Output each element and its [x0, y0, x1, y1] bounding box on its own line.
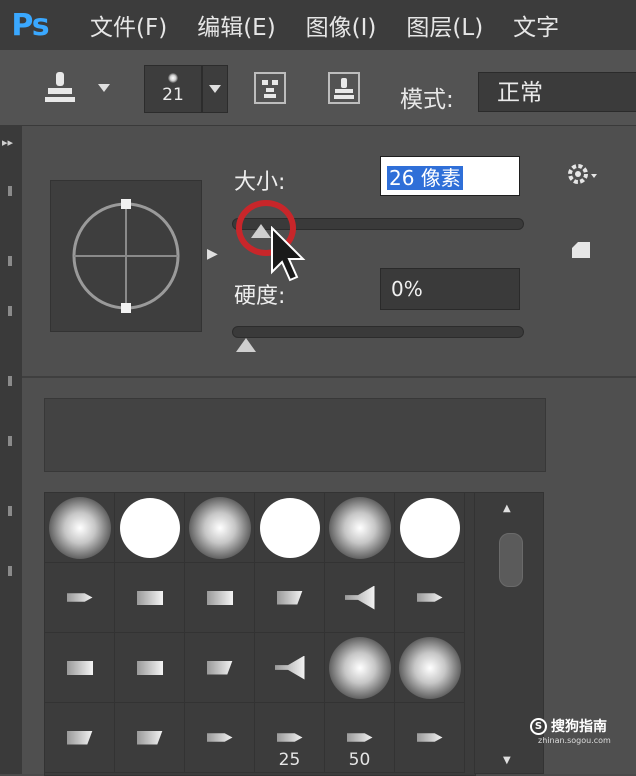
brush-preset-cell[interactable] — [395, 633, 465, 703]
hardness-label: 硬度: — [234, 284, 286, 309]
brush-preset-cell[interactable]: 25 — [255, 703, 325, 773]
brush-tip-icon — [206, 733, 233, 742]
strip-marker — [8, 376, 12, 386]
menu-edit[interactable]: 编辑(E) — [197, 8, 275, 42]
tip-angle-arrow-icon: ▶ — [207, 246, 218, 262]
brush-preset-picker[interactable]: 21 — [144, 65, 202, 113]
size-input[interactable]: 26 像素 — [380, 156, 520, 196]
menu-type[interactable]: 文字 — [513, 8, 559, 42]
brush-preset-cell[interactable] — [395, 703, 465, 773]
brush-tip-icon — [66, 730, 93, 745]
hardness-slider[interactable] — [232, 326, 524, 338]
scroll-thumb[interactable] — [499, 533, 523, 587]
photoshop-logo: Ps — [11, 7, 49, 43]
brush-preset-picker-panel: ▶ 大小: 26 像素 硬度: 0% 25 50 ▲ ▼ — [22, 126, 636, 776]
brush-preset-cell[interactable] — [115, 563, 185, 633]
brush-tip-icon — [136, 590, 163, 605]
brush-tip-icon — [276, 590, 303, 605]
brush-tip-icon — [259, 497, 320, 558]
brush-tip-icon — [344, 585, 375, 610]
preset-search-area — [44, 398, 546, 472]
brush-preset-cell[interactable] — [45, 633, 115, 703]
brush-preset-cell[interactable] — [45, 703, 115, 773]
brush-preset-cell[interactable] — [395, 563, 465, 633]
strip-marker — [8, 306, 12, 316]
brush-tip-icon — [276, 733, 303, 742]
size-value-selected: 26 像素 — [387, 166, 463, 190]
brush-tip-icon — [66, 660, 93, 675]
strip-marker — [8, 566, 12, 576]
brush-tip-icon — [48, 496, 111, 559]
brush-size-number: 21 — [162, 85, 184, 105]
brush-preset-cell[interactable] — [185, 633, 255, 703]
tool-preset-dropdown-icon[interactable] — [92, 65, 116, 111]
brush-preset-cell[interactable] — [255, 633, 325, 703]
strip-marker — [8, 436, 12, 446]
brush-preset-cell[interactable]: 50 — [325, 703, 395, 773]
brush-tip-preview[interactable] — [50, 180, 202, 332]
brush-tip-icon — [328, 636, 391, 699]
brush-tip-dot-icon — [168, 73, 178, 83]
brush-picker-dropdown-icon[interactable] — [202, 65, 228, 113]
brush-tip-icon — [66, 593, 93, 602]
brush-tip-icon — [206, 660, 233, 675]
brush-preset-cell[interactable] — [255, 563, 325, 633]
brush-tip-icon — [119, 497, 180, 558]
brush-presets-grid: 25 50 — [44, 492, 476, 776]
brush-preset-cell[interactable] — [45, 563, 115, 633]
brush-tip-icon — [136, 660, 163, 675]
options-bar: 21 模式: 正常 — [0, 50, 636, 126]
brush-preset-cell[interactable] — [325, 563, 395, 633]
watermark-url: zhinan.sogou.com — [538, 736, 611, 745]
new-preset-icon[interactable] — [570, 238, 592, 264]
mode-label: 模式: — [400, 87, 454, 113]
hardness-slider-handle[interactable] — [236, 338, 256, 352]
watermark: S 搜狗指南 zhinan.sogou.com — [530, 716, 634, 745]
strip-marker — [8, 506, 12, 516]
strip-marker — [8, 256, 12, 266]
expand-panels-icon[interactable]: ▸▸ — [2, 136, 13, 149]
brush-tip-icon — [328, 496, 391, 559]
menu-file[interactable]: 文件(F) — [90, 8, 167, 42]
brush-tip-icon — [399, 497, 460, 558]
brush-preset-cell[interactable] — [115, 493, 185, 563]
menu-layer[interactable]: 图层(L) — [406, 8, 483, 42]
scroll-down-icon[interactable]: ▼ — [503, 755, 511, 766]
brush-tip-icon — [274, 655, 305, 680]
brush-tip-icon — [206, 590, 233, 605]
watermark-main-text: 搜狗指南 — [551, 719, 607, 735]
brush-preset-cell[interactable] — [185, 563, 255, 633]
clone-stamp-tool-icon[interactable] — [35, 65, 85, 111]
brush-size-label: 50 — [348, 750, 371, 770]
hardness-input[interactable]: 0% — [380, 268, 520, 310]
brush-tip-icon — [416, 733, 443, 742]
collapsed-panel-strip: ▸▸ — [0, 126, 23, 774]
panel-divider — [22, 376, 636, 378]
brush-preset-cell[interactable] — [185, 703, 255, 773]
brush-tip-icon — [346, 733, 373, 742]
clone-source-panel-icon[interactable] — [322, 65, 366, 111]
size-label: 大小: — [234, 170, 286, 195]
brush-preset-cell[interactable] — [115, 633, 185, 703]
menu-bar: Ps 文件(F) 编辑(E) 图像(I) 图层(L) 文字 — [0, 0, 636, 51]
brush-preset-cell[interactable] — [115, 703, 185, 773]
brush-tip-icon — [136, 730, 163, 745]
menu-image[interactable]: 图像(I) — [306, 8, 377, 42]
brush-size-label: 25 — [278, 750, 301, 770]
brush-preset-cell[interactable] — [325, 633, 395, 703]
brush-tip-icon — [398, 636, 461, 699]
brush-preset-cell[interactable] — [45, 493, 115, 563]
brush-tip-icon — [188, 496, 251, 559]
brush-preset-cell[interactable] — [185, 493, 255, 563]
brush-preset-cell[interactable] — [395, 493, 465, 563]
brush-tip-icon — [416, 593, 443, 602]
scroll-up-icon[interactable]: ▲ — [503, 503, 511, 514]
strip-marker — [8, 186, 12, 196]
toggle-brush-panel-icon[interactable] — [248, 65, 292, 111]
gear-icon[interactable] — [566, 162, 600, 192]
brush-preset-cell[interactable] — [325, 493, 395, 563]
mode-select[interactable]: 正常 — [478, 72, 636, 112]
sogou-logo-icon: S — [530, 717, 547, 735]
brush-preset-cell[interactable] — [255, 493, 325, 563]
